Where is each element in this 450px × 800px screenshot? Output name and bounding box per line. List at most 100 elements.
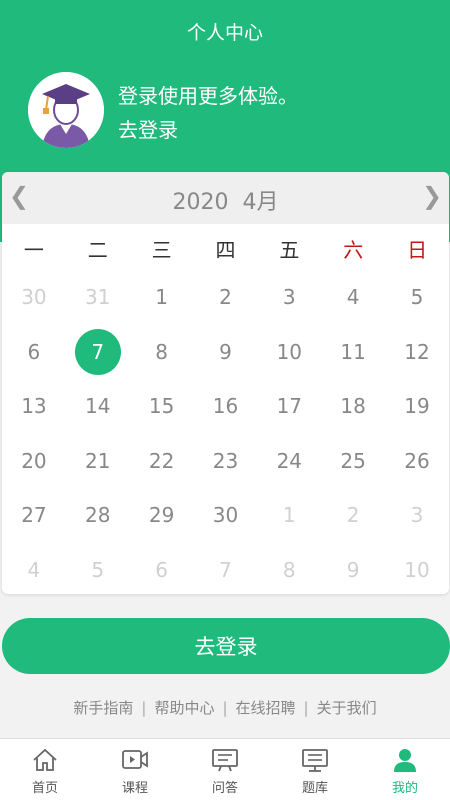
calendar-day[interactable]: 16 xyxy=(194,379,258,434)
calendar-day[interactable]: 17 xyxy=(257,379,321,434)
calendar-day-number: 9 xyxy=(219,339,232,364)
login-link[interactable]: 去登录 xyxy=(118,114,178,143)
calendar-day-number: 19 xyxy=(404,394,430,419)
weekday-label: 四 xyxy=(215,238,236,262)
calendar-day[interactable]: 24 xyxy=(257,434,321,489)
calendar-day[interactable]: 21 xyxy=(66,434,130,489)
video-course-icon xyxy=(121,747,149,773)
calendar-day[interactable]: 8 xyxy=(257,543,321,595)
calendar-day[interactable]: 10 xyxy=(257,325,321,380)
calendar-day[interactable]: 9 xyxy=(194,325,258,380)
calendar-day[interactable]: 7 xyxy=(194,543,258,595)
calendar-day-number: 8 xyxy=(155,339,168,364)
calendar-day[interactable]: 1 xyxy=(257,488,321,543)
calendar-day[interactable]: 14 xyxy=(66,379,130,434)
calendar-day[interactable]: 4 xyxy=(321,270,385,325)
calendar-day[interactable]: 3 xyxy=(385,488,449,543)
calendar-day-number: 7 xyxy=(74,328,121,375)
user-profile-icon xyxy=(391,747,419,773)
next-month-icon[interactable]: ❯ xyxy=(417,182,447,210)
login-button[interactable]: 去登录 xyxy=(2,618,450,674)
calendar-header: ❮ 2020 4月 ❯ xyxy=(2,172,449,224)
calendar-day[interactable]: 6 xyxy=(130,543,194,595)
calendar-day-number: 10 xyxy=(404,557,430,582)
calendar-day-number: 28 xyxy=(85,503,111,528)
calendar-day[interactable]: 25 xyxy=(321,434,385,489)
calendar-day-number: 2 xyxy=(346,503,360,528)
calendar-day[interactable]: 30 xyxy=(194,488,258,543)
bottom-tab-bar: 首页 课程 问答 题库 我的 xyxy=(0,738,450,800)
tab-question-bank[interactable]: 题库 xyxy=(270,739,360,800)
calendar-day-number: 15 xyxy=(148,394,175,419)
calendar-day[interactable]: 2 xyxy=(194,270,258,325)
graduate-avatar-icon[interactable] xyxy=(28,72,104,148)
calendar-day[interactable]: 13 xyxy=(2,379,66,434)
link-about-us[interactable]: 关于我们 xyxy=(317,699,377,717)
tab-qa-board[interactable]: 问答 xyxy=(180,739,270,800)
calendar-day-number: 27 xyxy=(21,503,47,528)
link-help-center[interactable]: 帮助中心 xyxy=(154,699,214,717)
calendar-day[interactable]: 6 xyxy=(2,325,66,380)
calendar-day[interactable]: 27 xyxy=(2,488,66,543)
link-online-recruitment[interactable]: 在线招聘 xyxy=(236,699,296,717)
weekday-label: 六 xyxy=(343,238,364,262)
calendar-day-number: 18 xyxy=(340,394,366,419)
calendar-day[interactable]: 9 xyxy=(321,543,385,595)
calendar-day[interactable]: 31 xyxy=(66,270,130,325)
calendar-day[interactable]: 30 xyxy=(2,270,66,325)
calendar-day[interactable]: 5 xyxy=(385,270,449,325)
calendar-day-number: 2 xyxy=(219,285,232,310)
calendar-day-number: 1 xyxy=(155,285,168,310)
calendar-day-number: 5 xyxy=(410,285,424,310)
tab-label: 问答 xyxy=(211,781,238,796)
calendar-day[interactable]: 4 xyxy=(2,543,66,595)
link-beginner-guide[interactable]: 新手指南 xyxy=(73,699,133,717)
calendar-day[interactable]: 8 xyxy=(130,325,194,380)
weekday-label: 五 xyxy=(279,238,300,262)
calendar-day-number: 26 xyxy=(404,448,430,473)
weekday-label: 日 xyxy=(407,238,428,262)
tab-label: 我的 xyxy=(391,781,418,796)
calendar-day[interactable]: 26 xyxy=(385,434,449,489)
tab-label: 课程 xyxy=(121,781,148,796)
footer-separator: | xyxy=(303,699,309,717)
calendar-month-label: 2020 4月 xyxy=(2,184,449,216)
calendar-day[interactable]: 12 xyxy=(385,325,449,380)
calendar-day-number: 14 xyxy=(85,394,111,419)
calendar-day-number: 6 xyxy=(155,557,168,582)
calendar-day[interactable]: 3 xyxy=(257,270,321,325)
calendar-day-number: 20 xyxy=(21,448,47,473)
calendar-day[interactable]: 10 xyxy=(385,543,449,595)
weekday-label: 三 xyxy=(151,238,172,262)
footer-separator: | xyxy=(222,699,228,717)
calendar-day[interactable]: 28 xyxy=(66,488,130,543)
calendar-day[interactable]: 5 xyxy=(66,543,130,595)
day-grid: 30 31 1 2 3 4 5 6 7 8 9 10 11 12 13 14 15 16 17 18 19 20 21 22 2… xyxy=(2,270,449,594)
calendar: ❮ 2020 4月 ❯ 一二三四五六日 30 31 1 2 3 4 5 6 7 8 9 10 11 12 1… xyxy=(2,172,449,594)
calendar-day[interactable]: 15 xyxy=(130,379,194,434)
footer-links: 新手指南 | 帮助中心 | 在线招聘 | 关于我们 xyxy=(0,697,450,718)
calendar-day[interactable]: 19 xyxy=(385,379,449,434)
tab-user-profile[interactable]: 我的 xyxy=(360,739,450,800)
calendar-day[interactable]: 2 xyxy=(321,488,385,543)
calendar-day[interactable]: 22 xyxy=(130,434,194,489)
calendar-day-number: 25 xyxy=(340,448,366,473)
question-bank-icon xyxy=(301,747,329,773)
calendar-day[interactable]: 23 xyxy=(194,434,258,489)
calendar-day-number: 5 xyxy=(91,557,105,582)
calendar-day[interactable]: 29 xyxy=(130,488,194,543)
calendar-month: 4月 xyxy=(242,190,279,215)
calendar-day-number: 22 xyxy=(148,448,175,473)
tab-home[interactable]: 首页 xyxy=(0,739,90,800)
calendar-day[interactable]: 18 xyxy=(321,379,385,434)
calendar-day-number: 1 xyxy=(282,503,296,528)
tab-video-course[interactable]: 课程 xyxy=(90,739,180,800)
calendar-day-number: 4 xyxy=(346,285,360,310)
calendar-day[interactable]: 1 xyxy=(130,270,194,325)
calendar-day[interactable]: 20 xyxy=(2,434,66,489)
calendar-day-selected[interactable]: 7 xyxy=(66,325,130,380)
calendar-day[interactable]: 11 xyxy=(321,325,385,380)
page-title: 个人中心 xyxy=(186,22,263,44)
calendar-day-number: 3 xyxy=(410,503,424,528)
calendar-day-number: 8 xyxy=(282,557,296,582)
